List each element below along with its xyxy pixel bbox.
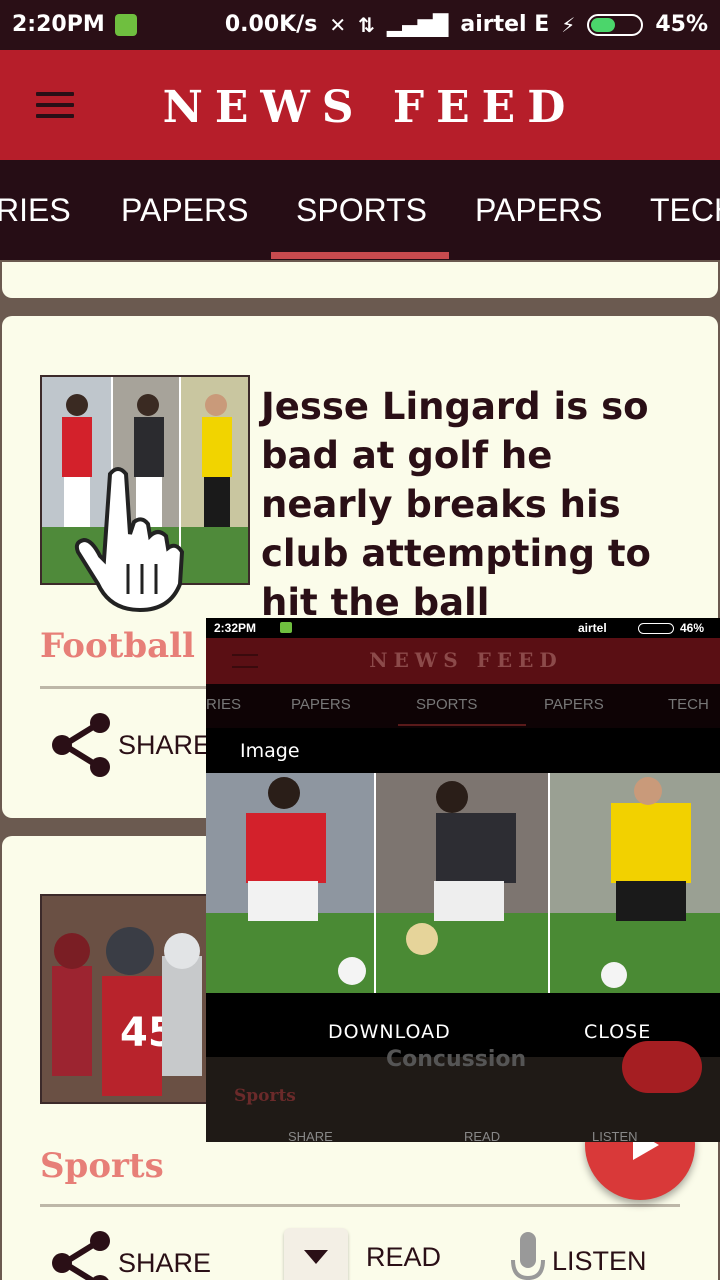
- status-time: 2:20PM: [12, 12, 105, 37]
- overlay-behind-headline: Concussion: [386, 1047, 527, 1072]
- news-thumbnail[interactable]: 45: [40, 894, 210, 1104]
- tab-papers[interactable]: PAPERS: [121, 192, 248, 229]
- status-bar: 2:20PM 0.00K/s ✕ ⇅ ▂▄▆█ airtel E ⚡ 45%: [0, 0, 720, 50]
- overlay-app-icon: [280, 622, 292, 633]
- battery-icon: [587, 13, 644, 36]
- share-button[interactable]: SHARE: [50, 1230, 211, 1280]
- share-icon: [52, 713, 110, 777]
- overlay-status-time: 2:32PM: [214, 621, 257, 635]
- battery-percent: 45%: [655, 12, 708, 37]
- signal-icon: ▂▄▆█: [386, 12, 449, 37]
- overlay-listen-label: LISTEN: [592, 1129, 638, 1142]
- news-category: Football: [40, 626, 195, 666]
- download-button[interactable]: DOWNLOAD: [328, 1021, 451, 1043]
- overlay-tab: TECH: [668, 696, 709, 713]
- tab-indicator: [271, 252, 449, 259]
- card-divider: [40, 1204, 680, 1207]
- overlay-behind-category: Sports: [234, 1086, 296, 1106]
- overlay-share-label: SHARE: [288, 1129, 333, 1142]
- listen-button[interactable]: LISTEN: [510, 1230, 647, 1280]
- share-icon: [52, 1231, 110, 1280]
- overlay-battery-percent: 46%: [680, 621, 705, 635]
- hand-pointer-icon: [74, 467, 185, 613]
- chevron-down-icon: [284, 1228, 348, 1280]
- tab-bar: RIES PAPERS SPORTS PAPERS TECH: [0, 160, 720, 260]
- tab-papers-2[interactable]: PAPERS: [475, 192, 602, 229]
- overlay-carrier: airtel: [578, 621, 607, 635]
- overlay-tab-bar: RIES PAPERS SPORTS PAPERS TECH: [206, 684, 720, 728]
- charging-icon: ⚡: [561, 12, 576, 37]
- overlay-read-label: READ: [464, 1129, 501, 1142]
- tab-tech[interactable]: TECH: [650, 192, 720, 229]
- share-label: SHARE: [118, 1247, 212, 1278]
- tab-stories[interactable]: RIES: [0, 192, 71, 229]
- overlay-menu-icon: [232, 654, 258, 668]
- overlay-tab: PAPERS: [544, 696, 604, 713]
- overlay-tab: PAPERS: [291, 696, 351, 713]
- microphone-icon: [511, 1232, 545, 1280]
- app-title: NEWS FEED: [162, 82, 578, 133]
- read-label: READ: [366, 1241, 442, 1272]
- share-button[interactable]: SHARE: [50, 712, 211, 778]
- data-arrows-icon: ⇅: [358, 12, 375, 37]
- close-button[interactable]: CLOSE: [584, 1021, 651, 1043]
- vibrate-off-icon: ✕: [329, 12, 347, 37]
- news-headline[interactable]: Jesse Lingard is so bad at golf he nearl…: [261, 382, 691, 627]
- dialog-image: [206, 773, 720, 993]
- overlay-tab-indicator: [398, 724, 526, 726]
- listen-label: LISTEN: [552, 1245, 647, 1276]
- share-label: SHARE: [118, 729, 212, 760]
- app-bar: NEWS FEED: [0, 50, 720, 160]
- overlay-tab: SPORTS: [416, 696, 478, 713]
- read-button[interactable]: READ: [284, 1228, 441, 1280]
- carrier-name: airtel E: [460, 12, 550, 37]
- overlay-status-bar: 2:32PM airtel 46%: [206, 618, 720, 638]
- news-card-previous: [2, 262, 718, 298]
- image-dialog-screenshot: 2:32PM airtel 46% NEWS FEED RIES PAPERS …: [206, 618, 720, 1142]
- overlay-tab: RIES: [206, 696, 242, 713]
- overlay-play-icon: [622, 1041, 702, 1093]
- app-notification-icon: [114, 13, 137, 36]
- tab-sports[interactable]: SPORTS: [296, 192, 427, 229]
- overlay-battery-icon: [638, 623, 674, 634]
- overlay-app-title: NEWS FEED: [369, 648, 563, 672]
- net-speed: 0.00K/s: [224, 12, 318, 37]
- menu-icon[interactable]: [36, 92, 76, 122]
- overlay-app-bar: NEWS FEED: [206, 638, 720, 684]
- dialog-title: Image: [240, 740, 300, 762]
- news-category: Sports: [40, 1146, 164, 1186]
